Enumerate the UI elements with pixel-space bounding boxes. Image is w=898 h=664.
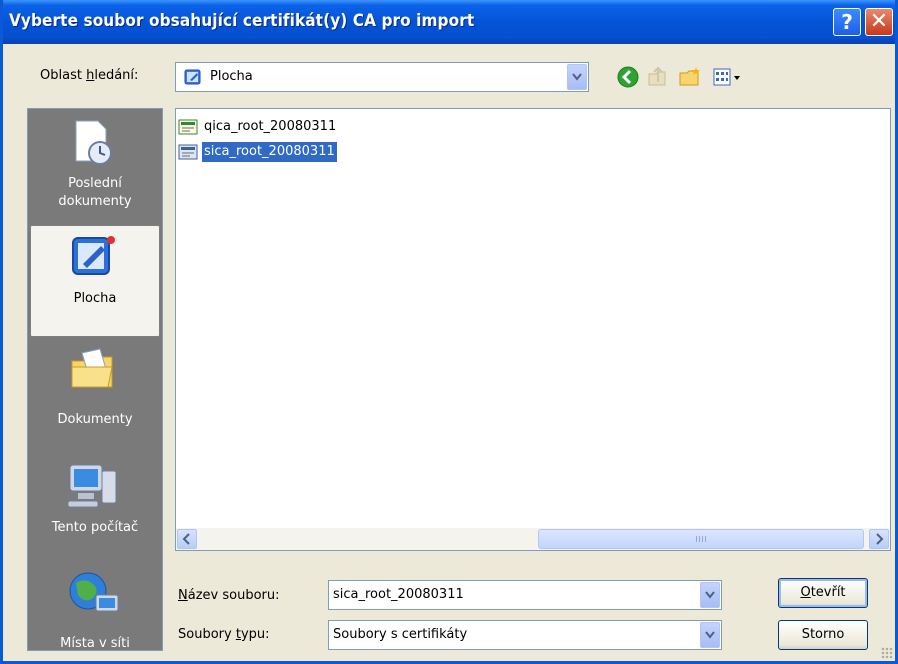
title-bar[interactable]: Vyberte soubor obsahující certifikát(y) … <box>3 0 895 44</box>
desktop-icon <box>69 234 119 286</box>
up-folder-icon[interactable] <box>645 64 671 90</box>
place-label: dokumenty <box>58 194 132 209</box>
file-name: qica_root_20080311 <box>204 119 337 134</box>
my-documents-icon <box>68 347 118 399</box>
dialog-title: Vyberte soubor obsahující certifikát(y) … <box>9 11 475 31</box>
resize-grip-icon[interactable] <box>881 647 893 659</box>
filetype-value: Soubory s certifikáty <box>333 627 468 642</box>
certificate-icon <box>178 144 198 160</box>
cancel-button[interactable]: Storno <box>778 620 868 650</box>
desktop-icon <box>184 68 202 86</box>
horizontal-scrollbar[interactable] <box>176 528 890 550</box>
place-my-documents[interactable]: Dokumenty <box>28 341 162 453</box>
place-label: Místa v síti <box>60 636 130 651</box>
filename-value: sica_root_20080311 <box>333 587 464 602</box>
places-bar: Poslední dokumenty Plocha Dokumenty Tent… <box>27 108 163 651</box>
scroll-thumb[interactable] <box>538 529 864 549</box>
open-button[interactable]: Otevřít <box>778 578 868 608</box>
lookin-label: Oblast hledání: <box>40 68 139 83</box>
place-network[interactable]: Místa v síti <box>28 565 162 651</box>
my-computer-icon <box>66 461 122 515</box>
place-desktop[interactable]: Plocha <box>30 225 160 337</box>
help-button[interactable]: ? <box>833 8 861 36</box>
filetype-dropdown[interactable]: Soubory s certifikáty <box>328 620 722 650</box>
file-name: sica_root_20080311 <box>201 141 338 163</box>
file-list[interactable]: qica_root_20080311 sica_root_20080311 <box>175 108 891 551</box>
lookin-value: Plocha <box>210 69 253 84</box>
place-label: Dokumenty <box>57 412 133 427</box>
place-recent-documents[interactable]: Poslední dokumenty <box>28 109 162 221</box>
scroll-left-button[interactable] <box>177 529 197 549</box>
place-my-computer[interactable]: Tento počítač <box>28 453 162 565</box>
close-button[interactable]: ✕ <box>865 8 893 36</box>
grip-icon <box>696 536 706 542</box>
certificate-icon <box>178 119 198 135</box>
recent-documents-icon <box>70 117 116 171</box>
filename-label: Název souboru: <box>178 588 280 603</box>
filetype-label: Soubory typu: <box>178 627 270 642</box>
chevron-down-icon[interactable] <box>567 64 587 90</box>
chevron-down-icon[interactable] <box>700 582 720 608</box>
view-menu-icon[interactable] <box>711 64 745 90</box>
lookin-dropdown[interactable]: Plocha <box>175 62 589 92</box>
open-button-label: Otevřít <box>800 585 846 600</box>
open-file-dialog: Vyberte soubor obsahující certifikát(y) … <box>0 0 898 664</box>
filename-input[interactable]: sica_root_20080311 <box>328 580 722 610</box>
chevron-down-icon[interactable] <box>700 622 720 648</box>
place-label: Tento počítač <box>51 520 139 535</box>
new-folder-icon[interactable] <box>677 64 703 90</box>
place-label: Plocha <box>73 291 117 306</box>
network-places-icon <box>66 569 122 623</box>
scroll-right-button[interactable] <box>869 529 889 549</box>
back-icon[interactable] <box>615 64 641 90</box>
place-label: Poslední <box>68 176 122 191</box>
